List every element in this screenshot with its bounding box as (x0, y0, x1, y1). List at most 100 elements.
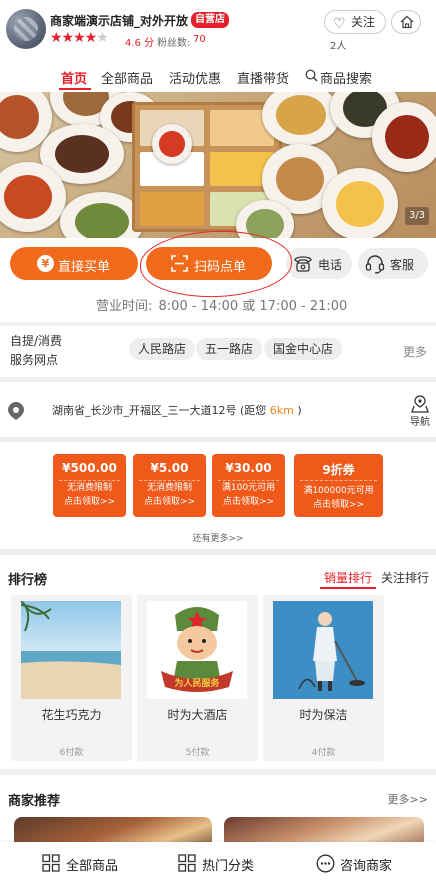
store-chip[interactable]: 五一路店 (196, 338, 263, 360)
follow-count: 2人 (330, 41, 347, 52)
navigation-icon (411, 395, 429, 413)
address-row: 湖南省_长沙市_开福区_三一大道12号 (距您 6km ) 导航 (0, 382, 436, 437)
coupon-condition: 满100元可用 (221, 483, 276, 493)
soup-bowl (152, 124, 192, 164)
tab-follow-ranking[interactable]: 关注排行 (381, 569, 429, 586)
business-hours-value: 8:00 - 14:00 或 17:00 - 21:00 (158, 299, 348, 314)
nav-all-goods-label: 全部商品 (66, 859, 119, 874)
customer-service-button[interactable]: 客服 (358, 248, 428, 279)
coupon-card[interactable]: 9折券 满100000元可用 点击领取>> (294, 454, 383, 517)
ranking-card[interactable]: 为人民服务 时为大酒店 5付款 (137, 595, 258, 761)
coupon-amount: ¥5.00 (150, 461, 189, 475)
coupon-claim: 点击领取>> (222, 497, 275, 507)
direct-pay-button[interactable]: ¥ 直接买单 (10, 247, 138, 280)
fans-count: 70 (193, 34, 206, 45)
grid-icon (42, 854, 60, 872)
coupon-divider (218, 480, 279, 481)
location-pin-icon (8, 402, 24, 420)
coupon-card[interactable]: ¥5.00 无消费限制 点击领取>> (133, 454, 206, 517)
shop-logo[interactable] (6, 9, 46, 49)
service-points-label: 自提/消费服务网点 (10, 334, 63, 367)
recommend-more-link[interactable]: 更多>> (388, 791, 428, 807)
rating-stars: ★★★★★ (50, 30, 109, 46)
customer-service-label: 客服 (390, 258, 415, 272)
coupon-condition: 无消费限制 (146, 483, 192, 493)
coupon-claim: 点击领取>> (312, 500, 365, 510)
food-plate (0, 162, 66, 232)
nav-all-goods[interactable]: 全部商品 (42, 854, 119, 874)
shop-name: 商家端演示店铺_对外开放 (50, 14, 189, 28)
stars-filled: ★★★★ (50, 30, 97, 46)
tab-search[interactable]: 商品搜索 (305, 68, 372, 87)
business-hours: 营业时间: 8:00 - 14:00 或 17:00 - 21:00 (96, 295, 349, 314)
business-hours-label: 营业时间: (96, 299, 153, 314)
rating-score: 4.6 分 (125, 38, 155, 49)
ranking-item-sales: 6付款 (59, 748, 84, 758)
service-points: 自提/消费服务网点 人民路店 五一路店 国金中心店 更多 (0, 326, 436, 377)
nav-hot-categories-label: 热门分类 (202, 859, 255, 874)
ranking-tab-underline (320, 587, 376, 589)
coupons-more-link[interactable]: 还有更多>> (0, 531, 436, 544)
follow-button[interactable]: ♡ 关注 (324, 10, 386, 34)
coupon-claim: 点击领取>> (63, 497, 116, 507)
product-image-soldier: 为人民服务 (147, 601, 247, 699)
ranking-item-sales: 5付款 (185, 748, 210, 758)
active-tab-underline (59, 88, 91, 90)
banner-text: 为人民服务 (174, 677, 220, 689)
tab-promotions[interactable]: 活动优惠 (169, 68, 221, 87)
phone-button[interactable]: 电话 (286, 248, 352, 279)
ranking-card[interactable]: 时为保洁 4付款 (263, 595, 384, 761)
heart-plus-icon: ♡ (333, 16, 346, 32)
stars-empty: ★ (96, 30, 109, 46)
product-image-beach (21, 601, 121, 699)
coupon-condition: 无消费限制 (66, 483, 112, 493)
tab-live[interactable]: 直播带货 (237, 68, 289, 87)
action-bar: ¥ 直接买单 扫码点单 电话 客服 营业时间: 8:00 - 14:00 或 1… (0, 238, 436, 322)
service-points-more[interactable]: 更多 (403, 343, 427, 360)
tab-all-goods[interactable]: 全部商品 (101, 68, 153, 87)
coupon-condition: 满100000元可用 (303, 486, 374, 496)
nav-consult-merchant[interactable]: 咨询商家 (316, 854, 392, 874)
coupon-amount: ¥30.00 (225, 461, 272, 475)
coupon-claim: 点击领取>> (143, 497, 196, 507)
navigation-button[interactable]: 导航 (407, 395, 433, 428)
follow-label: 关注 (351, 15, 376, 29)
ranking-title: 排行榜 (8, 573, 48, 588)
ranking-item-name: 时为保洁 (299, 708, 348, 722)
chat-icon (316, 854, 335, 873)
home-icon (400, 15, 414, 29)
ranking-item-sales: 4付款 (311, 748, 336, 758)
phone-icon (294, 256, 312, 272)
coupon-card[interactable]: ¥500.00 无消费限制 点击领取>> (53, 454, 126, 517)
ranking-card[interactable]: 花生巧克力 6付款 (11, 595, 132, 761)
yen-icon: ¥ (37, 255, 54, 272)
self-operated-badge: 自营店 (191, 12, 229, 28)
scan-icon (171, 255, 188, 272)
tab-home[interactable]: 首页 (61, 68, 87, 87)
coupon-divider (300, 480, 377, 481)
shop-tabs: 首页 全部商品 活动优惠 直播带货 商品搜索 (0, 66, 436, 92)
store-chip[interactable]: 人民路店 (129, 338, 196, 360)
home-button[interactable] (391, 10, 421, 34)
grid-icon (178, 854, 196, 872)
tab-sales-ranking[interactable]: 销量排行 (324, 569, 372, 586)
banner-carousel[interactable]: 3/3 (0, 92, 436, 238)
coupon-section: ¥500.00 无消费限制 点击领取>> ¥5.00 无消费限制 点击领取>> … (0, 442, 436, 549)
bottom-navigation: 全部商品 热门分类 咨询商家 (0, 842, 436, 885)
scan-order-button[interactable]: 扫码点单 (146, 247, 272, 280)
shop-header: 商家端演示店铺_对外开放 自营店 ★★★★★ 4.6 分 粉丝数: 70 ♡ 关… (0, 0, 436, 92)
ranking-item-name: 花生巧克力 (41, 708, 102, 722)
recommend-title: 商家推荐 (8, 794, 61, 809)
store-chip[interactable]: 国金中心店 (264, 338, 343, 360)
nav-hot-categories[interactable]: 热门分类 (178, 854, 255, 874)
search-icon (305, 69, 318, 82)
carousel-page-indicator: 3/3 (405, 207, 429, 225)
ranking-item-name: 时为大酒店 (167, 708, 228, 722)
ranking-section: 排行榜 销量排行 关注排行 花生巧克力 6付款 为人民服务 时为大酒店 5付款 … (0, 555, 436, 769)
coupon-card[interactable]: ¥30.00 满100元可用 点击领取>> (212, 454, 285, 517)
soup-bowl (322, 168, 398, 238)
direct-pay-label: 直接买单 (58, 260, 111, 275)
navigation-label: 导航 (410, 417, 430, 428)
address-line: 湖南省_长沙市_开福区_三一大道12号 (距您 (52, 404, 267, 417)
coupon-divider (139, 480, 200, 481)
